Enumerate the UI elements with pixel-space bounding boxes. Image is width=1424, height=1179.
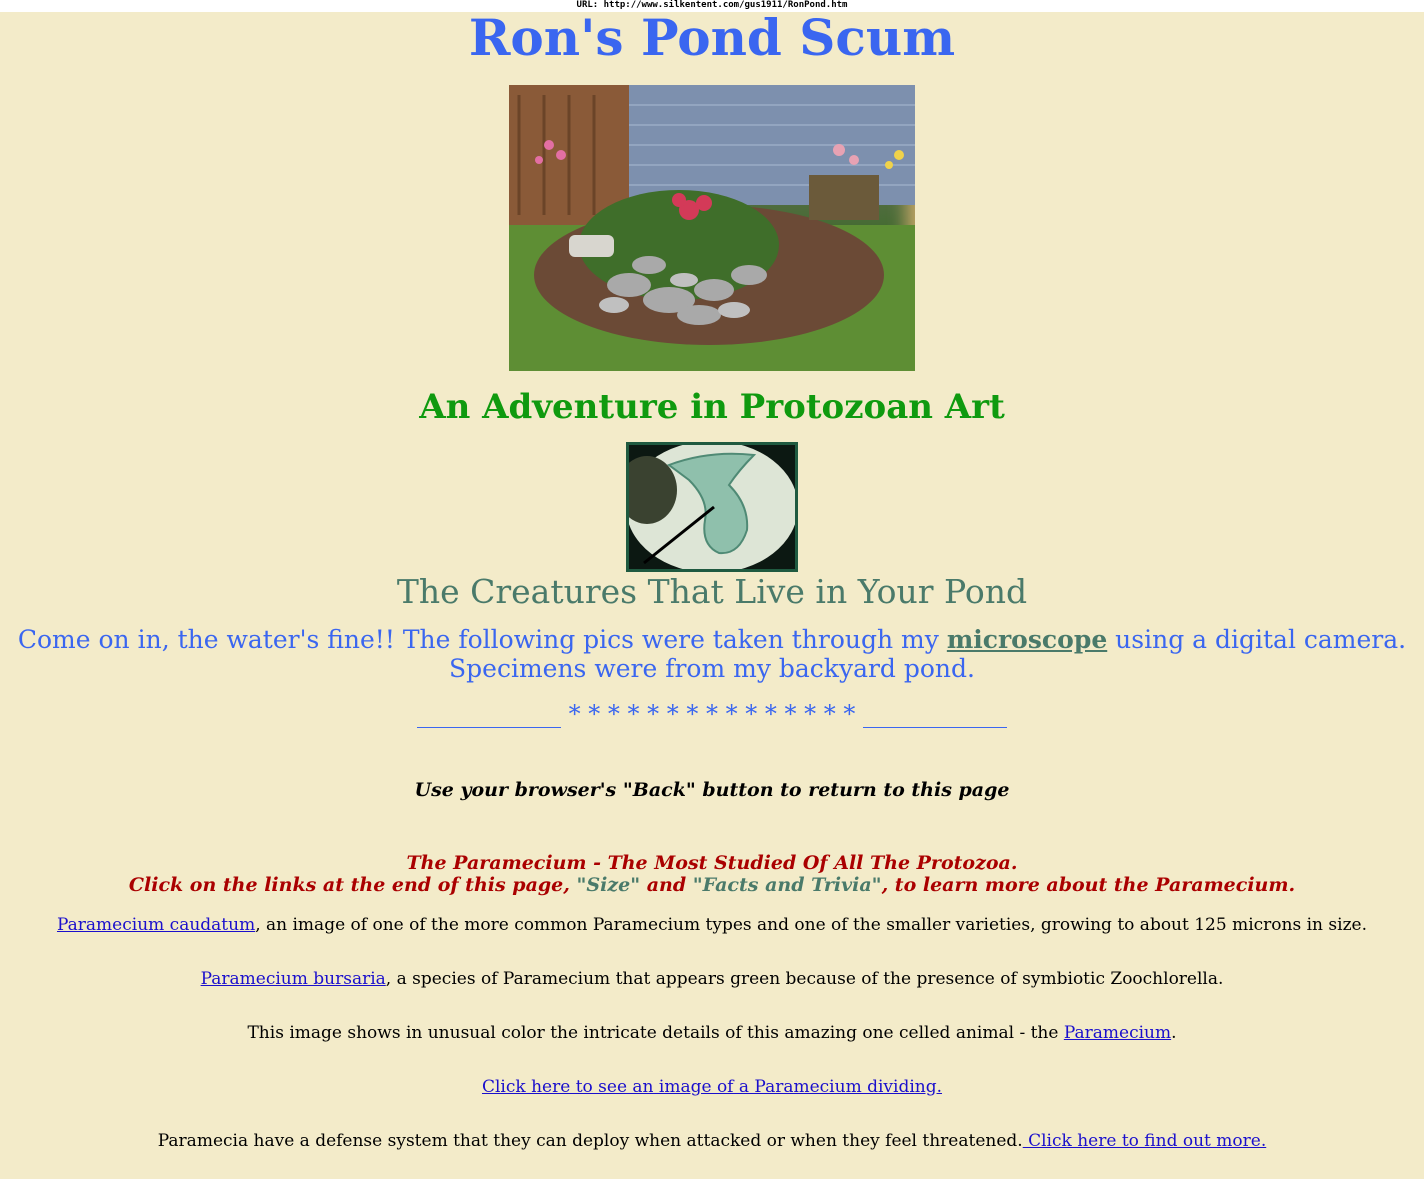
color-image-description: This image shows in unusual color the in… <box>247 1023 1064 1043</box>
bursaria-item: Paramecium bursaria, a species of Parame… <box>0 968 1424 990</box>
dividing-item: Click here to see an image of a Parameci… <box>0 1076 1424 1098</box>
divider-stars: * * * * * * * * * * * * * * * <box>568 700 856 728</box>
microscope-link[interactable]: microscope <box>947 625 1107 654</box>
bursaria-description: , a species of Paramecium that appears g… <box>385 969 1224 989</box>
paramecium-heading-line2-b: , to learn more about the Paramecium. <box>881 874 1296 896</box>
page-subtitle: An Adventure in Protozoan Art <box>419 387 1005 427</box>
intro-line2: Specimens were from my backyard pond. <box>449 654 975 683</box>
color-image-item: This image shows in unusual color the in… <box>0 1022 1424 1044</box>
color-image-end: . <box>1171 1023 1177 1043</box>
defense-description: Paramecia have a defense system that the… <box>157 1131 1023 1151</box>
protozoan-micrograph[interactable] <box>626 442 798 572</box>
intro-after: using a digital camera. <box>1107 625 1407 654</box>
pond-garden-photo <box>509 85 915 371</box>
paramecium-heading: The Paramecium - The Most Studied Of All… <box>0 852 1424 896</box>
paramecium-bursaria-link[interactable]: Paramecium bursaria <box>201 969 386 989</box>
paramecium-heading-line2-a: Click on the links at the end of this pa… <box>128 874 577 896</box>
size-reference: "Size" <box>576 874 641 896</box>
paramecium-link[interactable]: Paramecium <box>1064 1023 1171 1043</box>
defense-find-out-more-link[interactable]: Click here to find out more. <box>1023 1131 1266 1151</box>
star-divider: * * * * * * * * * * * * * * * <box>0 700 1424 730</box>
defense-item: Paramecia have a defense system that the… <box>0 1130 1424 1152</box>
caudatum-item: Paramecium caudatum, an image of one of … <box>0 914 1424 936</box>
caudatum-description: , an image of one of the more common Par… <box>255 915 1367 935</box>
paramecium-caudatum-link[interactable]: Paramecium caudatum <box>57 915 255 935</box>
intro-before: Come on in, the water's fine!! The follo… <box>17 625 947 654</box>
paramecium-heading-line1: The Paramecium - The Most Studied Of All… <box>406 852 1018 874</box>
facts-reference: "Facts and Trivia" <box>692 874 882 896</box>
page-title: Ron's Pond Scum <box>468 8 956 67</box>
divider-line-right <box>863 727 1007 728</box>
and-text: and <box>640 874 693 896</box>
creatures-heading: The Creatures That Live in Your Pond <box>396 572 1028 611</box>
back-button-notice: Use your browser's "Back" button to retu… <box>414 779 1010 801</box>
intro-text: Come on in, the water's fine!! The follo… <box>0 625 1424 683</box>
paramecium-dividing-link[interactable]: Click here to see an image of a Parameci… <box>482 1077 942 1097</box>
